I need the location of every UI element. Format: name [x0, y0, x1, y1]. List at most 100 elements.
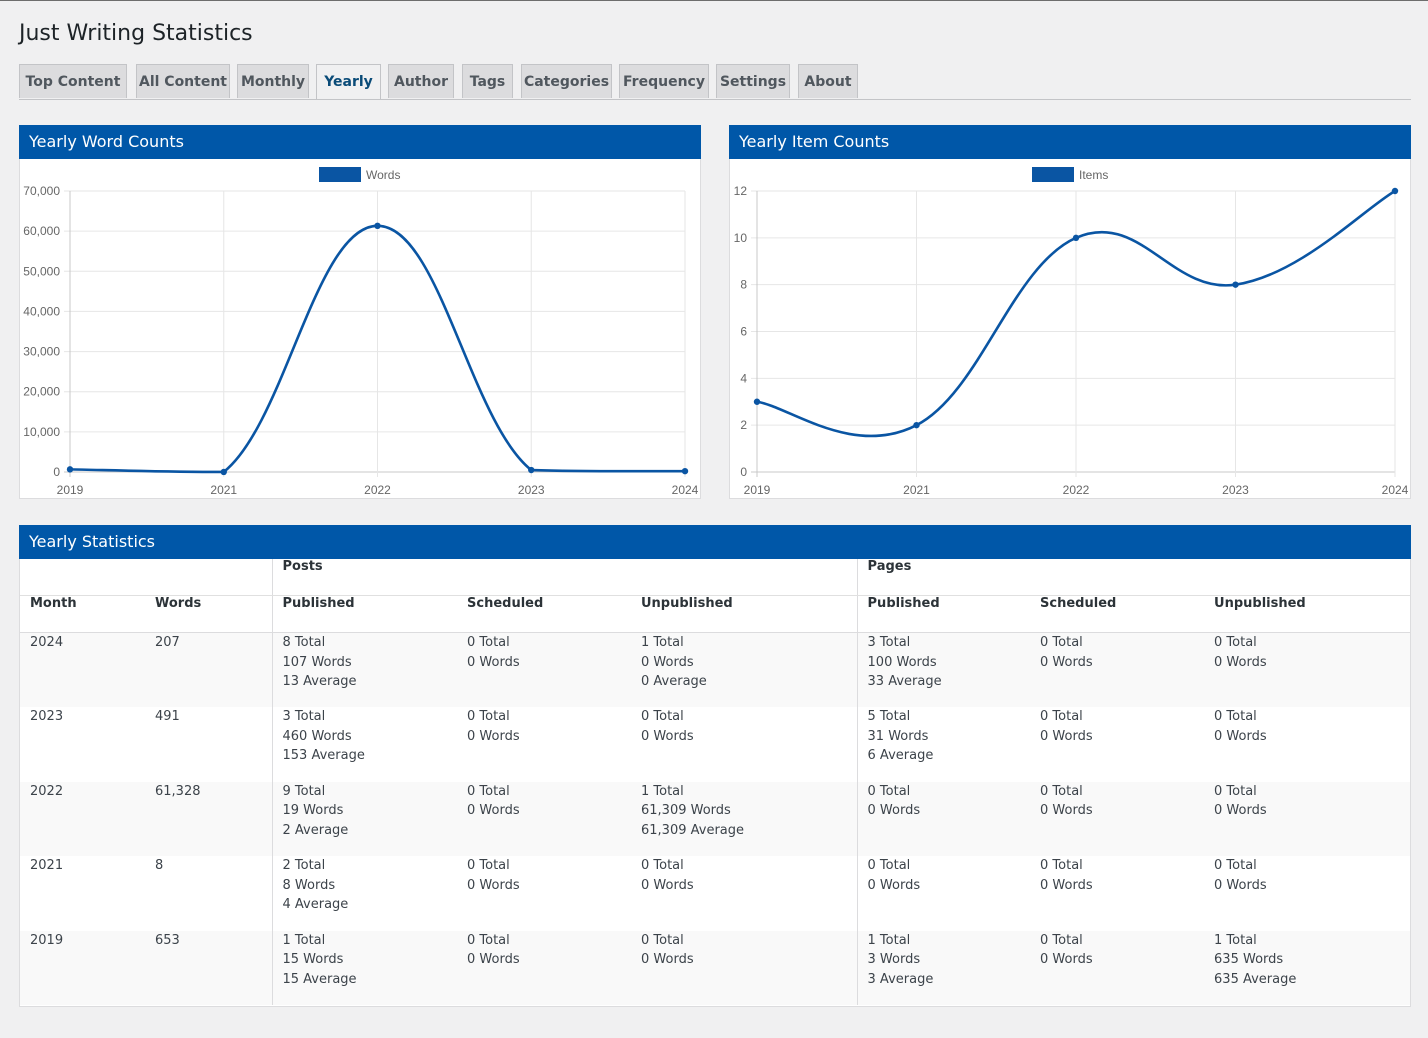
stat-cell: 0 Total 0 Words [457, 931, 631, 1006]
x-tick-label: 2019 [57, 483, 84, 497]
stat-line: 0 Total [467, 783, 510, 799]
table-row: 2021 8 2 Total 8 Words 4 Average 0 Total 0 Wor… [20, 856, 1410, 931]
page-title: Just Writing Statistics [19, 21, 253, 46]
stat-line: 1 Total [641, 635, 684, 650]
stat-line: 0 Words [1040, 877, 1093, 893]
stat-cell: 8 Total 107 Words 13 Average [271, 632, 457, 707]
stat-cell: 0 Total 0 Words [856, 856, 1031, 931]
x-tick-label: 2019 [744, 483, 771, 497]
x-tick-label: 2021 [210, 483, 237, 497]
tab-categories[interactable]: Categories [521, 64, 612, 98]
data-point [1072, 234, 1080, 242]
y-tick-label: 10,000 [23, 425, 60, 439]
stat-line: 100 Words [867, 654, 937, 670]
stat-cell: 0 Total 0 Words [631, 707, 857, 782]
y-tick-label: 2 [740, 418, 747, 432]
stat-cell: 0 Total 0 Words [1030, 782, 1204, 857]
x-tick-label: 2022 [364, 483, 391, 497]
stat-line: 2 Total [282, 858, 326, 873]
y-tick-label: 12 [734, 184, 748, 198]
stat-line: 31 Words [867, 728, 929, 744]
stat-line: 8 Total [282, 635, 326, 650]
stat-line: 15 Words [282, 952, 344, 967]
stat-line: 3 Total [282, 709, 326, 724]
stat-line: 0 Total [467, 932, 510, 948]
table-row: 2019 653 1 Total 15 Words 15 Average 0 Total 0… [20, 930, 1411, 1006]
stat-line: 0 Words [641, 654, 694, 670]
stat-line: 0 Average [641, 674, 707, 689]
stat-line: 15 Average [282, 971, 357, 987]
y-tick-label: 8 [740, 278, 747, 292]
col-posts-published[interactable]: Published [271, 595, 457, 633]
row-words: 653 [155, 932, 180, 948]
x-tick-label: 2024 [672, 483, 699, 497]
tab-settings[interactable]: Settings [716, 64, 790, 98]
y-tick-label: 60,000 [23, 224, 60, 238]
stat-line: 0 Words [641, 877, 694, 893]
x-tick-label: 2023 [518, 483, 545, 497]
x-tick-label: 2021 [903, 483, 930, 497]
data-point [66, 466, 74, 473]
col-pages-published[interactable]: Published [856, 595, 1031, 633]
item-count-chart: 12 10 8 6 4 2 0 2019 2021 2022 2023 2024 Items [734, 167, 1409, 497]
stat-line: 6 Average [867, 748, 934, 763]
col-posts-scheduled[interactable]: Scheduled [457, 595, 631, 633]
stat-cell: 3 Total 460 Words 153 Average [271, 707, 457, 782]
x-tick-label: 2023 [1222, 483, 1249, 497]
data-point [681, 467, 689, 475]
stat-line: 0 Words [467, 803, 520, 818]
stat-cell: 0 Total 0 Words [1030, 707, 1204, 782]
stat-line: 0 Words [1040, 654, 1093, 670]
stat-line: 61,309 Words [641, 803, 731, 818]
stat-line: 0 Words [1214, 803, 1267, 818]
row-words: 207 [155, 635, 180, 650]
stat-line: 153 Average [282, 748, 365, 763]
stat-line: 0 Total [641, 709, 684, 724]
stat-line: 107 Words [282, 654, 352, 670]
stat-cell: 0 Total 0 Words [1204, 707, 1410, 782]
stat-line: 9 Total [282, 783, 326, 799]
stat-line: 3 Average [867, 971, 934, 987]
stat-line: 8 Words [282, 877, 336, 893]
tab-monthly[interactable]: Monthly [237, 64, 309, 98]
tab-author[interactable]: Author [388, 64, 454, 98]
stat-cell: 0 Total 0 Words [1030, 931, 1204, 1006]
col-pages-scheduled[interactable]: Scheduled [1030, 595, 1205, 633]
stat-line: 0 Total [641, 858, 684, 873]
col-pages-unpublished[interactable]: Unpublished [1204, 595, 1411, 633]
stat-cell: 1 Total 3 Words 3 Average [856, 930, 1031, 1005]
stat-cell: 1 Total 61,309 Words 61,309 Average [631, 782, 857, 857]
stat-cell: 1 Total 0 Words 0 Average [631, 633, 857, 708]
word-count-chart: 70,000 60,000 50,000 40,000 30,000 20,000 10,0… [23, 167, 699, 497]
row-year: 2023 [30, 709, 64, 724]
row-year: 2021 [30, 858, 64, 873]
tab-about[interactable]: About [798, 64, 858, 98]
tab-top-content[interactable]: Top Content [19, 64, 127, 98]
stat-line: 13 Average [282, 674, 357, 689]
stat-line: 0 Total [1214, 635, 1257, 650]
group-pages: Pages [856, 559, 1411, 596]
word-chart-panel: Yearly Word Counts 70,000 60,000 50,000 40,… [19, 125, 701, 499]
y-tick-label: 4 [740, 371, 747, 385]
stat-line: 0 Total [641, 932, 684, 948]
stat-line: 0 Total [1214, 858, 1257, 873]
col-posts-unpublished[interactable]: Unpublished [631, 595, 858, 633]
row-year: 2022 [30, 783, 64, 799]
col-month[interactable]: Month [20, 595, 145, 633]
stat-line: 5 Total [867, 709, 911, 724]
stat-line: 0 Words [1214, 728, 1267, 744]
stat-line: 0 Words [467, 654, 520, 670]
tab-frequency[interactable]: Frequency [619, 64, 709, 98]
row-words: 61,328 [155, 783, 201, 799]
legend-swatch [319, 167, 361, 182]
tab-tags[interactable]: Tags [462, 64, 513, 98]
stat-line: 33 Average [867, 674, 942, 689]
yearly-statistics-table: Posts Pages Month Words Published Schedu… [20, 559, 1411, 1006]
col-words[interactable]: Words [145, 595, 272, 633]
table-row: 2022 61,328 9 Total 19 Words 2 Average 0 Tota… [20, 781, 1411, 857]
legend-swatch [1032, 167, 1074, 182]
y-tick-label: 0 [53, 465, 60, 479]
tab-all-content[interactable]: All Content [136, 64, 230, 98]
x-tick-label: 2022 [1063, 483, 1090, 497]
tab-yearly[interactable]: Yearly [316, 64, 381, 99]
